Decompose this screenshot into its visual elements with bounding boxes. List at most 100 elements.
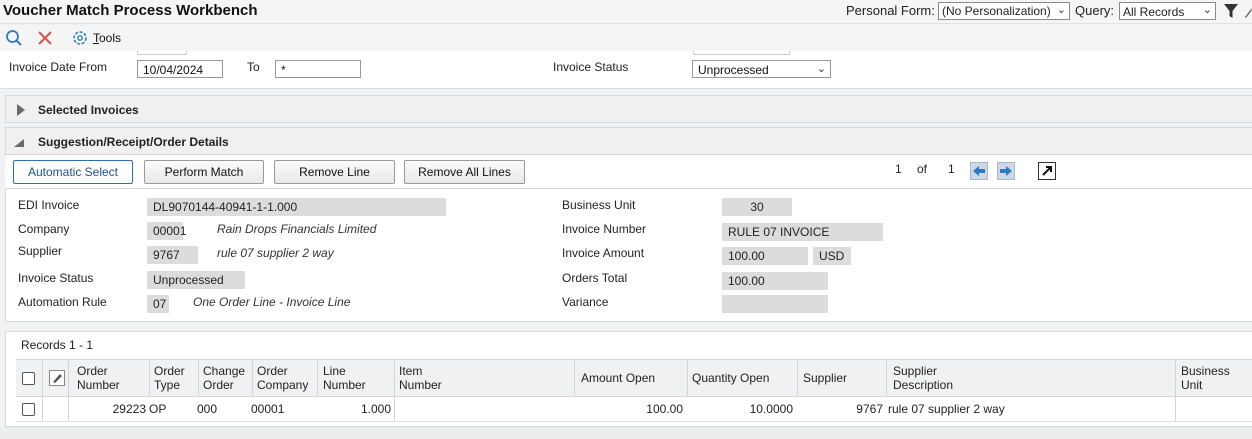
col-divider	[1175, 397, 1176, 421]
invoice-status-select[interactable]: Unprocessed ⌄	[692, 60, 831, 78]
invoice-status-label: Invoice Status	[553, 60, 629, 74]
col-divider	[198, 360, 199, 396]
query-select[interactable]: All Records ⌄	[1119, 2, 1216, 20]
invoice-status-value: Unprocessed	[147, 271, 245, 289]
arrow-left-icon	[973, 166, 985, 176]
page-total: 1	[948, 162, 955, 176]
gear-icon[interactable]	[71, 29, 89, 47]
search-icon[interactable]	[5, 29, 23, 47]
perform-match-button[interactable]: Perform Match	[144, 160, 264, 184]
invoice-date-from-input[interactable]: 10/04/2024	[137, 60, 223, 78]
orders-total-value: 100.00	[722, 272, 828, 290]
invoice-status-value: Unprocessed	[698, 63, 769, 77]
row-checkbox[interactable]	[22, 403, 35, 416]
section-title: Selected Invoices	[38, 103, 139, 117]
business-unit-value: 30	[722, 198, 792, 216]
orders-total-label: Orders Total	[562, 271, 628, 285]
title-bar: Voucher Match Process Workbench Personal…	[0, 0, 1252, 24]
header-item-number[interactable]: Item Number	[399, 364, 442, 392]
grid-header: Order Number Order Type Change Order Order C…	[16, 359, 1252, 397]
header-supplier[interactable]: Supplier	[803, 371, 847, 385]
edi-invoice-value: DL9070144-40941-1-1.000	[147, 198, 446, 216]
header-line-number[interactable]: Line Number	[323, 364, 366, 392]
invoice-details-panel: EDI Invoice DL9070144-40941-1-1.000 Comp…	[5, 188, 1252, 322]
company-description: Rain Drops Financials Limited	[217, 222, 377, 236]
tools-label: ools	[99, 31, 122, 45]
query-label: Query:	[1075, 3, 1115, 18]
supplier-description: rule 07 supplier 2 way	[217, 246, 334, 260]
invoice-date-to-input[interactable]: *	[275, 60, 361, 78]
variance-label: Variance	[562, 295, 609, 309]
expand-icon	[17, 104, 25, 116]
horizontal-scrollbar[interactable]	[0, 427, 1252, 439]
external-link-icon	[1042, 166, 1052, 176]
edit-column-icon[interactable]	[49, 370, 65, 386]
remove-all-lines-button[interactable]: Remove All Lines	[404, 160, 525, 184]
page-current: 1	[895, 162, 902, 176]
cell-change-order: 000	[197, 402, 218, 416]
cell-order-number: 29223	[112, 402, 146, 416]
col-divider	[317, 360, 318, 396]
filter-icon[interactable]	[1224, 3, 1238, 19]
invoice-amount-label: Invoice Amount	[562, 246, 645, 260]
invoice-amount-value: 100.00	[722, 247, 808, 265]
remove-line-button[interactable]: Remove Line	[274, 160, 395, 184]
col-divider	[42, 360, 43, 396]
section-suggestion-details[interactable]: Suggestion/Receipt/Order Details	[5, 127, 1252, 155]
company-label: Company	[18, 222, 70, 236]
close-icon[interactable]	[36, 29, 54, 47]
supplier-label: Supplier	[18, 244, 63, 258]
chevron-down-icon: ⌄	[1202, 4, 1212, 16]
chevron-down-icon: ⌄	[1056, 4, 1066, 16]
tools-menu[interactable]: Tools	[93, 31, 121, 45]
col-divider	[149, 360, 150, 396]
col-divider	[394, 397, 395, 421]
automatic-select-button[interactable]: Automatic Select	[13, 160, 133, 184]
col-divider	[886, 360, 887, 396]
business-unit-label: Business Unit	[562, 198, 636, 212]
col-divider	[574, 360, 575, 396]
edit-icon[interactable]	[1243, 5, 1252, 19]
supplier-value: 9767	[147, 246, 198, 264]
chevron-down-icon: ⌄	[816, 63, 826, 75]
next-page-button[interactable]	[997, 162, 1015, 180]
header-quantity-open[interactable]: Quantity Open	[692, 371, 769, 385]
automation-rule-value: 07	[147, 295, 169, 313]
invoice-date-from-label: Invoice Date From	[9, 60, 108, 74]
arrow-right-icon	[1000, 166, 1012, 176]
table-row[interactable]: 29223 OP 000 00001 1.000 100.00 10.0000 …	[16, 397, 1252, 422]
section-title: Suggestion/Receipt/Order Details	[38, 135, 229, 149]
records-count: Records 1 - 1	[21, 338, 94, 352]
page-of: of	[917, 162, 928, 176]
section-selected-invoices[interactable]: Selected Invoices	[5, 95, 1252, 123]
automation-rule-label: Automation Rule	[18, 295, 107, 309]
order-grid: Records 1 - 1 Order Number Order Type Chan…	[5, 331, 1252, 427]
header-amount-open[interactable]: Amount Open	[581, 371, 655, 385]
select-all-checkbox[interactable]	[22, 372, 35, 385]
col-divider	[252, 360, 253, 396]
col-divider	[687, 360, 688, 396]
popout-button[interactable]	[1038, 162, 1056, 180]
personal-form-select[interactable]: (No Personalization) ⌄	[938, 2, 1070, 20]
invoice-currency: USD	[813, 247, 851, 265]
col-divider	[797, 360, 798, 396]
variance-value	[722, 295, 828, 313]
header-order-company[interactable]: Order Company	[257, 364, 308, 392]
header-supplier-description[interactable]: Supplier Description	[893, 364, 953, 392]
edi-invoice-label: EDI Invoice	[18, 198, 80, 212]
toolbar: Tools	[0, 25, 1252, 51]
automation-rule-description: One Order Line - Invoice Line	[193, 295, 351, 309]
header-change-order[interactable]: Change Order	[203, 364, 245, 392]
previous-page-button[interactable]	[970, 162, 988, 180]
to-label: To	[247, 60, 260, 74]
col-divider	[68, 360, 69, 396]
header-order-number[interactable]: Order Number	[77, 364, 120, 392]
header-order-type[interactable]: Order Type	[154, 364, 185, 392]
header-business-unit[interactable]: Business Unit	[1181, 364, 1230, 392]
cell-quantity-open: 10.0000	[749, 402, 793, 416]
page-title: Voucher Match Process Workbench	[3, 2, 258, 19]
filter-area: Invoice Date From 10/04/2024 To * Invoic…	[0, 51, 1252, 89]
cell-order-type: OP	[149, 402, 167, 416]
col-divider	[394, 360, 395, 396]
invoice-number-value: RULE 07 INVOICE	[722, 223, 883, 241]
